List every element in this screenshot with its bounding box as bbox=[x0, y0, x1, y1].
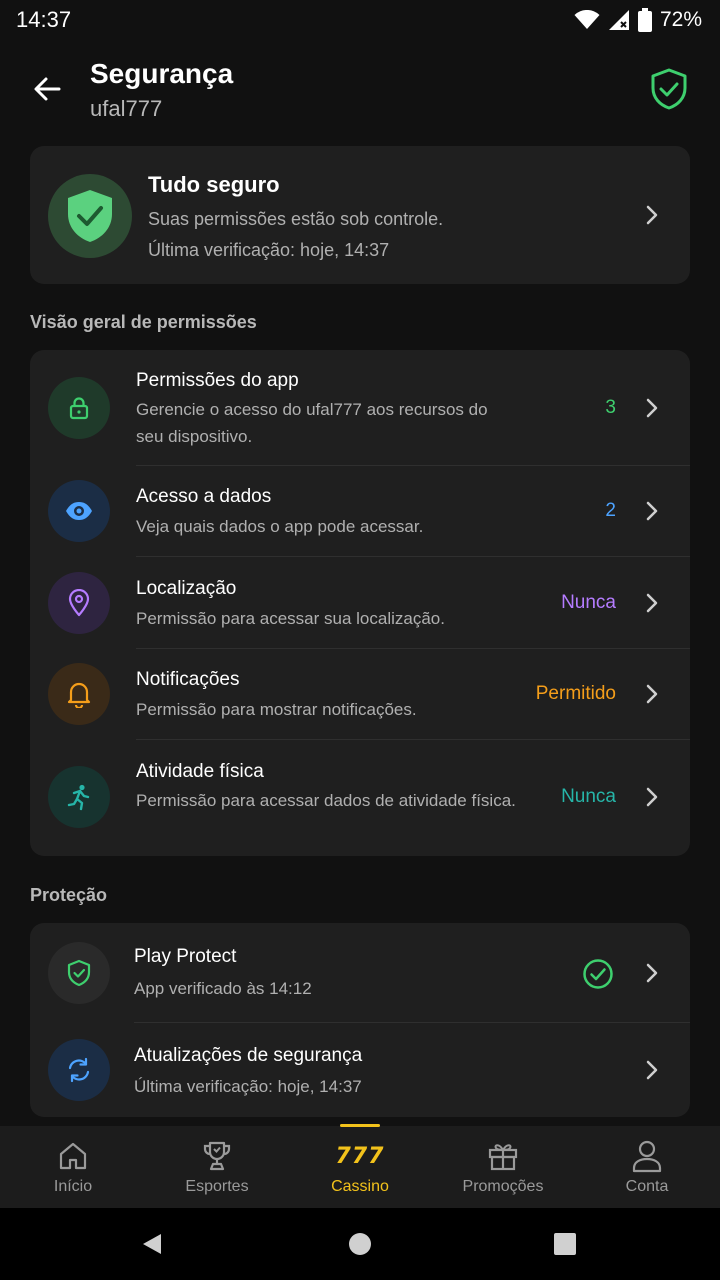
back-button[interactable] bbox=[26, 68, 68, 110]
casino-logo-text: 777 bbox=[335, 1143, 385, 1169]
nav-label: Esportes bbox=[185, 1178, 249, 1195]
active-tab-indicator bbox=[340, 1124, 380, 1127]
data-access-count: 2 bbox=[605, 500, 616, 521]
row-description: Permissão para acessar dados de atividad… bbox=[136, 791, 516, 810]
cell-signal-icon bbox=[608, 10, 629, 30]
permissions-section-label: Visão geral de permissões bbox=[30, 312, 257, 332]
user-icon bbox=[631, 1138, 663, 1174]
nav-item-home[interactable]: Início bbox=[1, 1126, 145, 1208]
wifi-icon bbox=[574, 10, 600, 29]
row-description: Permissão para mostrar notificações. bbox=[136, 700, 417, 719]
row-title: Localização bbox=[136, 578, 237, 599]
permission-row-location[interactable]: Localização Permissão para acessar sua l… bbox=[30, 557, 690, 649]
battery-percent: 72% bbox=[659, 8, 702, 31]
arrow-left-icon bbox=[34, 77, 61, 101]
trophy-icon bbox=[200, 1138, 234, 1174]
nav-item-promotions[interactable]: Promoções bbox=[431, 1126, 575, 1208]
row-description: Veja quais dados o app pode acessar. bbox=[136, 517, 424, 536]
lock-icon bbox=[69, 397, 89, 420]
hero-shield-badge bbox=[48, 174, 132, 258]
nav-label: Início bbox=[53, 1178, 93, 1195]
sync-icon bbox=[68, 1057, 90, 1083]
home-icon bbox=[57, 1138, 89, 1174]
lock-icon-badge bbox=[48, 377, 110, 439]
nav-item-sports[interactable]: Esportes bbox=[145, 1126, 289, 1208]
home-circle-icon[interactable] bbox=[348, 1232, 372, 1256]
eye-icon-badge bbox=[48, 480, 110, 542]
nav-label: Cassino bbox=[331, 1178, 389, 1195]
status-bar: 14:37 72% bbox=[0, 0, 720, 40]
nav-item-account[interactable]: Conta bbox=[575, 1126, 719, 1208]
permission-row-physical-activity[interactable]: Atividade física Permissão para acessar … bbox=[30, 740, 690, 856]
location-icon-badge bbox=[48, 572, 110, 634]
battery-icon bbox=[637, 8, 652, 32]
chevron-right-icon bbox=[646, 205, 658, 225]
row-title: Atividade física bbox=[136, 761, 264, 782]
row-title: Play Protect bbox=[134, 946, 237, 967]
nav-item-casino[interactable]: 777 Cassino bbox=[288, 1126, 432, 1208]
check-circle-icon bbox=[583, 959, 613, 989]
bottom-navigation: Início Esportes 777 Cassino Promoções Co… bbox=[0, 1126, 720, 1208]
chevron-right-icon bbox=[646, 398, 658, 418]
chevron-right-icon bbox=[646, 787, 658, 807]
row-description: Permissão para acessar sua localização. bbox=[136, 609, 445, 628]
header-shield-button[interactable] bbox=[646, 66, 692, 112]
security-updates-row[interactable]: Atualizações de segurança Última verific… bbox=[30, 1023, 690, 1117]
chevron-right-icon bbox=[646, 963, 658, 983]
shield-check-icon bbox=[651, 68, 687, 110]
gift-icon bbox=[486, 1138, 520, 1174]
status-time: 14:37 bbox=[16, 7, 72, 32]
permission-count: 3 bbox=[605, 397, 616, 418]
activity-icon-badge bbox=[48, 766, 110, 828]
row-title: Permissões do app bbox=[136, 370, 299, 391]
chevron-right-icon bbox=[646, 684, 658, 704]
row-title: Atualizações de segurança bbox=[134, 1045, 363, 1066]
row-title: Acesso a dados bbox=[136, 486, 272, 507]
shield-check-icon bbox=[68, 190, 112, 242]
shield-check-icon bbox=[67, 959, 91, 987]
location-status: Nunca bbox=[561, 592, 616, 613]
play-protect-row[interactable]: Play Protect App verificado às 14:12 bbox=[30, 923, 690, 1023]
chevron-right-icon bbox=[646, 501, 658, 521]
recents-square-icon[interactable] bbox=[554, 1233, 576, 1255]
protection-card: Play Protect App verificado às 14:12 Atu… bbox=[30, 923, 690, 1117]
row-description: Gerencie o acesso do ufal777 aos recurso… bbox=[136, 400, 488, 446]
row-description: App verificado às 14:12 bbox=[134, 979, 312, 998]
activity-status: Nunca bbox=[561, 786, 616, 807]
permission-row-app[interactable]: Permissões do app Gerencie o acesso do u… bbox=[30, 350, 690, 466]
chevron-right-icon bbox=[646, 1060, 658, 1080]
chevron-right-icon bbox=[646, 593, 658, 613]
hero-last-check: Última verificação: hoje, 14:37 bbox=[148, 240, 390, 260]
protection-section-label: Proteção bbox=[30, 885, 108, 905]
row-description: Última verificação: hoje, 14:37 bbox=[134, 1077, 362, 1096]
app-header: Segurança ufal777 bbox=[0, 50, 720, 130]
page-subtitle: ufal777 bbox=[90, 96, 163, 121]
bell-icon-badge bbox=[48, 663, 110, 725]
hero-description: Suas permissões estão sob controle. bbox=[148, 209, 444, 229]
hero-title: Tudo seguro bbox=[148, 172, 280, 197]
running-person-icon bbox=[67, 784, 90, 811]
status-icons: 72% bbox=[574, 8, 702, 32]
nav-label: Conta bbox=[625, 1178, 669, 1195]
permission-row-data-access[interactable]: Acesso a dados Veja quais dados o app po… bbox=[30, 466, 690, 557]
security-status-card[interactable]: Tudo seguro Suas permissões estão sob co… bbox=[30, 146, 690, 284]
sync-icon-badge bbox=[48, 1039, 110, 1101]
permission-row-notifications[interactable]: Notificações Permissão para mostrar noti… bbox=[30, 649, 690, 740]
notifications-status: Permitido bbox=[535, 683, 616, 704]
permissions-card: Permissões do app Gerencie o acesso do u… bbox=[30, 350, 690, 856]
system-navigation-bar bbox=[0, 1208, 720, 1280]
row-title: Notificações bbox=[136, 669, 240, 690]
location-pin-icon bbox=[68, 589, 90, 617]
bell-icon bbox=[67, 682, 91, 708]
play-protect-icon-badge bbox=[48, 942, 110, 1004]
page-title: Segurança bbox=[90, 58, 234, 89]
back-triangle-icon[interactable] bbox=[140, 1232, 164, 1256]
eye-icon bbox=[66, 502, 92, 520]
777-logo: 777 bbox=[336, 1138, 385, 1174]
nav-label: Promoções bbox=[462, 1178, 544, 1195]
